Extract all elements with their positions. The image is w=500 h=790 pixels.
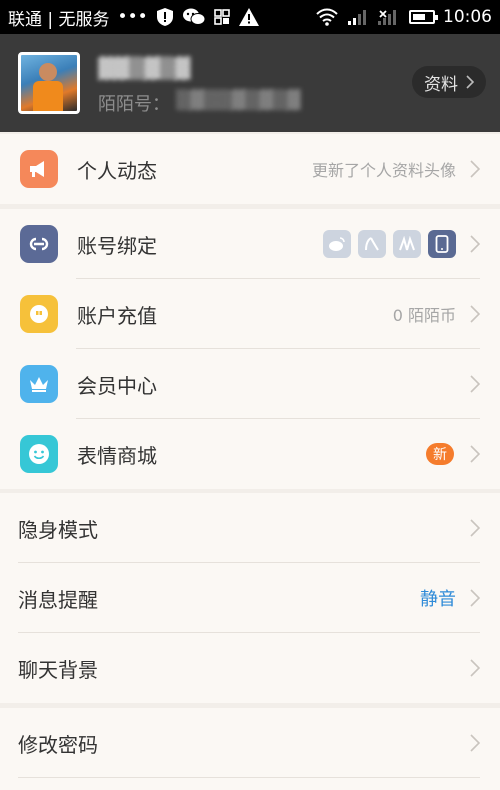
- chevron-right-icon: [470, 160, 480, 178]
- chevron-right-icon: [470, 375, 480, 393]
- row-label: 消息提醒: [18, 587, 98, 612]
- row-personal-feed[interactable]: 个人动态 更新了个人资料头像: [0, 134, 500, 204]
- chevron-right-icon: [470, 659, 480, 677]
- no-signal-icon: [378, 10, 396, 25]
- clock: 10:06: [443, 7, 492, 27]
- momo-id-label: 陌陌号：: [98, 94, 170, 115]
- more-notifications-dots: •••: [117, 7, 148, 27]
- section-security: 修改密码: [0, 708, 500, 790]
- apps-grid-icon: [213, 9, 230, 25]
- chevron-right-icon: [470, 445, 480, 463]
- chevron-right-icon: [466, 75, 474, 89]
- wechat-icon: [182, 8, 206, 25]
- row-label: 账号绑定: [77, 233, 157, 258]
- row-stealth-mode[interactable]: 隐身模式: [0, 493, 500, 563]
- profile-details-label: 资料: [424, 74, 458, 95]
- crown-icon: [20, 365, 58, 403]
- profile-details-button[interactable]: 资料: [412, 66, 486, 98]
- section-account: 账号绑定 账户充值 0 陌陌币 会员中心 表情商城 新: [0, 209, 500, 489]
- chevron-right-icon: [470, 235, 480, 253]
- bind-icons: [323, 230, 456, 258]
- row-change-password[interactable]: 修改密码: [0, 708, 500, 778]
- row-sticker-store[interactable]: 表情商城 新: [0, 419, 500, 489]
- shield-icon: [156, 8, 173, 26]
- row-notifications[interactable]: 消息提醒 静音: [0, 563, 500, 633]
- row-recharge[interactable]: 账户充值 0 陌陌币: [0, 279, 500, 349]
- row-value: 0 陌陌币: [392, 306, 456, 325]
- chevron-right-icon: [470, 519, 480, 537]
- section-settings: 隐身模式 消息提醒 静音 聊天背景: [0, 493, 500, 703]
- row-account-binding[interactable]: 账号绑定: [0, 209, 500, 279]
- row-value: 更新了个人资料头像: [311, 161, 456, 180]
- status-bar: 联通 | 无服务 ••• 10:06: [0, 0, 500, 34]
- avatar[interactable]: [18, 52, 80, 114]
- smiley-icon: [20, 435, 58, 473]
- section-activity: 个人动态 更新了个人资料头像: [0, 134, 500, 204]
- mute-status: 静音: [420, 589, 456, 610]
- row-label: 修改密码: [18, 732, 98, 757]
- megaphone-icon: [20, 150, 58, 188]
- signal-icon: [348, 10, 366, 25]
- row-label: 会员中心: [77, 373, 157, 398]
- battery-icon: [409, 10, 438, 24]
- profile-header[interactable]: ▓▓▒▓▒▓ 陌陌号： ▒▓▒▒▓▒▓▒▓ 资料: [0, 34, 500, 132]
- momo-id-value-blurred: ▒▓▒▒▓▒▓▒▓: [176, 90, 301, 111]
- link-icon: [20, 225, 58, 263]
- row-label: 表情商城: [77, 443, 157, 468]
- phone-icon: [428, 230, 456, 258]
- chevron-right-icon: [470, 734, 480, 752]
- row-label: 隐身模式: [18, 517, 98, 542]
- chevron-right-icon: [470, 305, 480, 323]
- douban-icon: [393, 230, 421, 258]
- nickname-blurred: ▓▓▒▓▒▓: [98, 56, 191, 80]
- weibo-icon: [323, 230, 351, 258]
- momo-id: 陌陌号： ▒▓▒▒▓▒▓▒▓: [98, 90, 301, 116]
- row-chat-background[interactable]: 聊天背景: [0, 633, 500, 703]
- wifi-icon: [316, 8, 338, 26]
- row-label: 账户充值: [77, 303, 157, 328]
- warning-icon: [238, 8, 259, 26]
- row-vip-center[interactable]: 会员中心: [0, 349, 500, 419]
- row-label: 个人动态: [77, 158, 157, 183]
- chevron-right-icon: [470, 589, 480, 607]
- carrier-label: 联通 | 无服务: [8, 9, 110, 30]
- coin-icon: [20, 295, 58, 333]
- renren-icon: [358, 230, 386, 258]
- row-label: 聊天背景: [18, 657, 98, 682]
- new-badge: 新: [426, 443, 454, 465]
